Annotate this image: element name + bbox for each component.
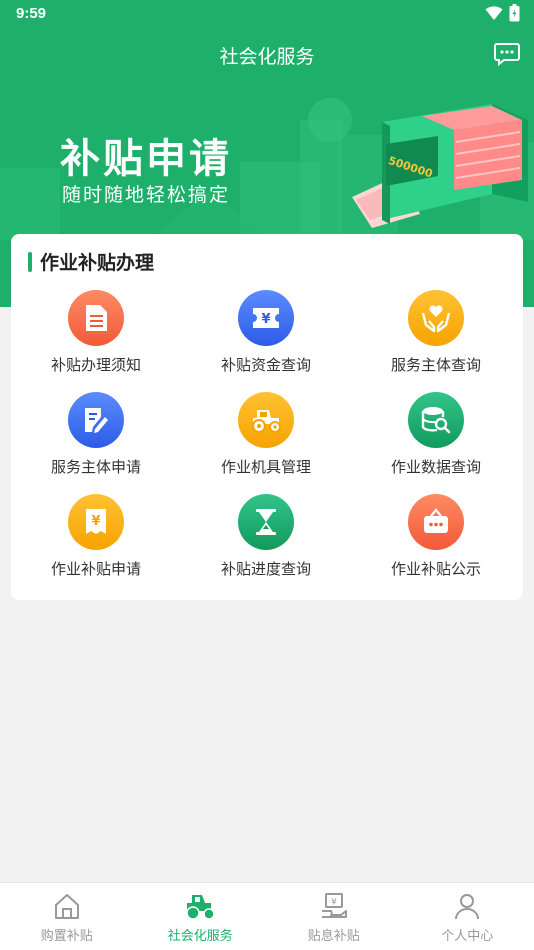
service-item-data-query[interactable]: 作业数据查询 [351, 392, 521, 494]
service-item-label: 作业数据查询 [390, 458, 481, 476]
tab-interest-subsidy[interactable]: ¥ 贴息补贴 [267, 883, 401, 950]
bulletin-board-icon [408, 494, 464, 550]
banner-subtitle: 随时随地轻松搞定 [62, 184, 231, 206]
service-item-label: 补贴资金查询 [220, 356, 311, 374]
database-search-icon [408, 392, 464, 448]
service-item-label: 作业补贴申请 [50, 560, 141, 578]
edit-document-icon [68, 392, 124, 448]
service-item-progress-query[interactable]: 补贴进度查询 [181, 494, 351, 596]
tab-label: 贴息补贴 [307, 929, 360, 944]
tab-label: 购置补贴 [40, 929, 93, 944]
section-header: 作业补贴办理 [28, 248, 154, 275]
service-item-provider-query[interactable]: 服务主体查询 [351, 290, 521, 392]
yuan-hand-icon: ¥ [321, 893, 347, 918]
battery-icon [509, 4, 520, 22]
service-grid: 补贴办理须知 ¥ 补贴资金查询 服务主体查询 服务主体申请 作业机具管理 作业数… [11, 290, 523, 596]
message-icon[interactable] [494, 42, 520, 66]
tab-label: 个人中心 [441, 929, 494, 944]
service-item-fund-query[interactable]: ¥ 补贴资金查询 [181, 290, 351, 392]
service-item-label: 补贴进度查询 [220, 560, 311, 578]
bottom-tab-bar: 购置补贴 社会化服务 ¥ 贴息补贴 个人中心 [0, 882, 534, 950]
tab-purchase-subsidy[interactable]: 购置补贴 [0, 883, 134, 950]
home-icon [54, 894, 79, 919]
page-title: 社会化服务 [219, 46, 315, 68]
svg-text:¥: ¥ [261, 312, 270, 327]
svg-text:¥: ¥ [331, 898, 337, 908]
service-item-subsidy-apply[interactable]: ¥ 作业补贴申请 [11, 494, 181, 596]
system-icons [485, 4, 520, 22]
money-machine-illustration: 500000 [352, 104, 528, 228]
yuan-ticket-icon: ¥ [238, 290, 294, 346]
banner-title: 补贴申请 [60, 136, 232, 182]
status-bar: 9:59 [0, 0, 534, 28]
tab-personal-center[interactable]: 个人中心 [401, 883, 534, 950]
service-item-label: 补贴办理须知 [50, 356, 141, 374]
subsidy-services-card: 作业补贴办理 补贴办理须知 ¥ 补贴资金查询 服务主体查询 服务主体申请 作业机… [11, 234, 523, 600]
tab-social-services[interactable]: 社会化服务 [134, 883, 268, 950]
tractor-tab-icon [186, 895, 215, 920]
title-bar: 社会化服务 [0, 28, 534, 80]
hourglass-icon [238, 494, 294, 550]
yuan-receipt-icon: ¥ [68, 494, 124, 550]
service-item-subsidy-guide[interactable]: 补贴办理须知 [11, 290, 181, 392]
section-accent-bar [28, 251, 32, 272]
svg-text:¥: ¥ [91, 514, 100, 529]
service-item-subsidy-publicity[interactable]: 作业补贴公示 [351, 494, 521, 596]
service-item-provider-apply[interactable]: 服务主体申请 [11, 392, 181, 494]
heart-hands-icon [408, 290, 464, 346]
wifi-icon [485, 6, 503, 20]
status-time: 9:59 [16, 5, 47, 22]
tractor-icon [238, 392, 294, 448]
service-item-label: 作业补贴公示 [390, 560, 481, 578]
person-icon [455, 894, 480, 920]
section-title: 作业补贴办理 [40, 252, 155, 274]
document-icon [68, 290, 124, 346]
subsidy-banner[interactable]: 补贴申请 随时随地轻松搞定 500000 [0, 80, 534, 240]
service-item-machinery-management[interactable]: 作业机具管理 [181, 392, 351, 494]
service-item-label: 服务主体查询 [390, 356, 481, 374]
service-item-label: 作业机具管理 [220, 458, 311, 476]
service-item-label: 服务主体申请 [50, 458, 141, 476]
tab-label: 社会化服务 [167, 929, 233, 944]
